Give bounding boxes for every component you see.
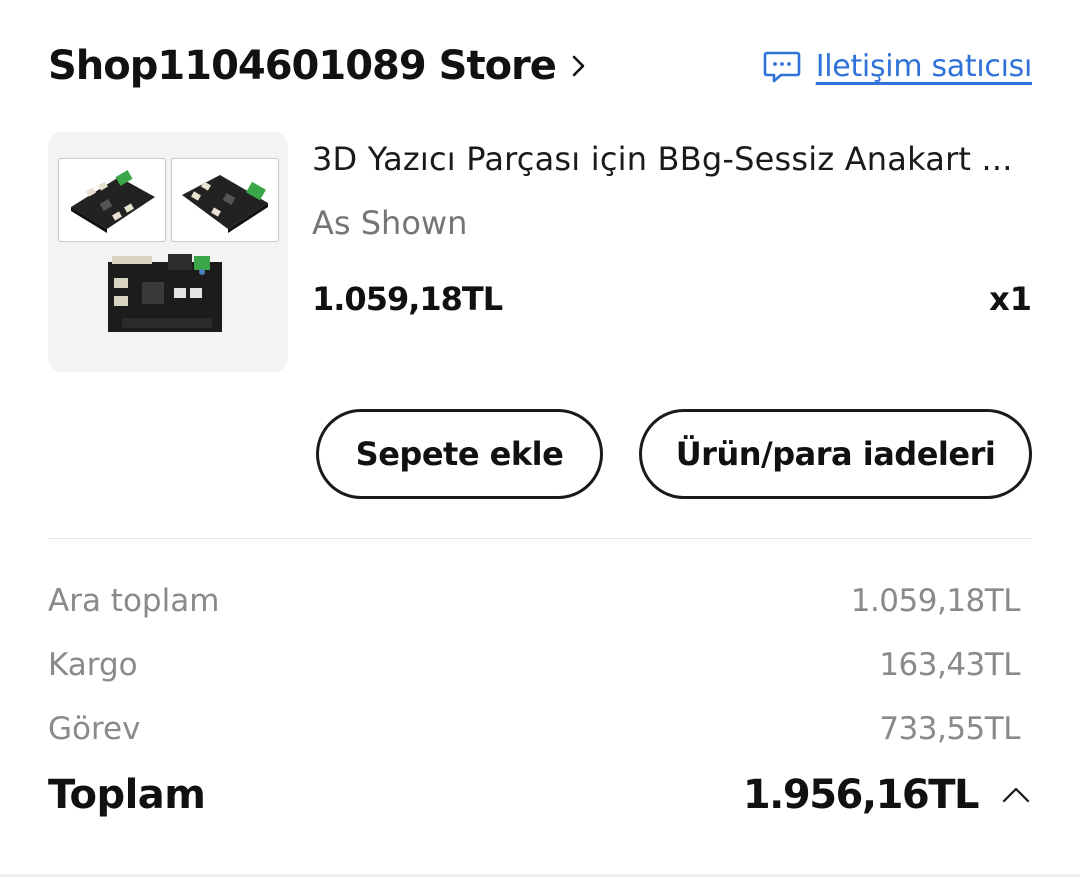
subtotal-value: 1.059,18TL xyxy=(850,583,1021,619)
returns-refunds-button[interactable]: Ürün/para iadeleri xyxy=(639,409,1032,499)
product-main-photo xyxy=(102,252,228,338)
duty-label: Görev xyxy=(48,711,141,747)
product-thumbnail xyxy=(58,158,166,242)
total-value-group[interactable]: 1.956,16TL xyxy=(743,772,1032,818)
divider xyxy=(48,538,1032,539)
product-price: 1.059,18TL xyxy=(312,280,503,318)
shipping-label: Kargo xyxy=(48,647,138,683)
shipping-row: Kargo 163,43TL xyxy=(48,647,1020,683)
duty-value: 733,55TL xyxy=(879,711,1020,747)
product-quantity: x1 xyxy=(989,280,1032,318)
contact-seller-label[interactable]: Iletişim satıcısı xyxy=(816,49,1033,84)
shipping-value: 163,43TL xyxy=(879,647,1020,683)
store-link[interactable]: Shop1104601089 Store xyxy=(48,43,590,89)
add-to-cart-button[interactable]: Sepete ekle xyxy=(316,409,603,499)
subtotal-row: Ara toplam 1.059,18TL xyxy=(48,583,1021,619)
subtotal-label: Ara toplam xyxy=(48,583,220,619)
contact-seller-link[interactable]: Iletişim satıcısı xyxy=(762,46,1032,86)
chevron-up-icon[interactable] xyxy=(1000,779,1032,811)
product-thumbnail xyxy=(171,158,279,242)
store-header: Shop1104601089 Store Iletişim satıcısı xyxy=(48,38,1032,94)
total-row[interactable]: Toplam 1.956,16TL xyxy=(48,772,1032,818)
chat-bubble-icon[interactable] xyxy=(762,46,802,86)
total-value: 1.956,16TL xyxy=(742,772,980,818)
product-title[interactable]: 3D Yazıcı Parçası için BBg-Sessiz Anakar… xyxy=(312,140,1032,178)
store-name[interactable]: Shop1104601089 Store xyxy=(48,43,557,89)
product-image[interactable] xyxy=(48,132,288,372)
total-label: Toplam xyxy=(48,772,206,818)
chevron-right-icon[interactable] xyxy=(566,54,590,78)
product-variant: As Shown xyxy=(312,204,468,242)
duty-row: Görev 733,55TL xyxy=(48,711,1020,747)
